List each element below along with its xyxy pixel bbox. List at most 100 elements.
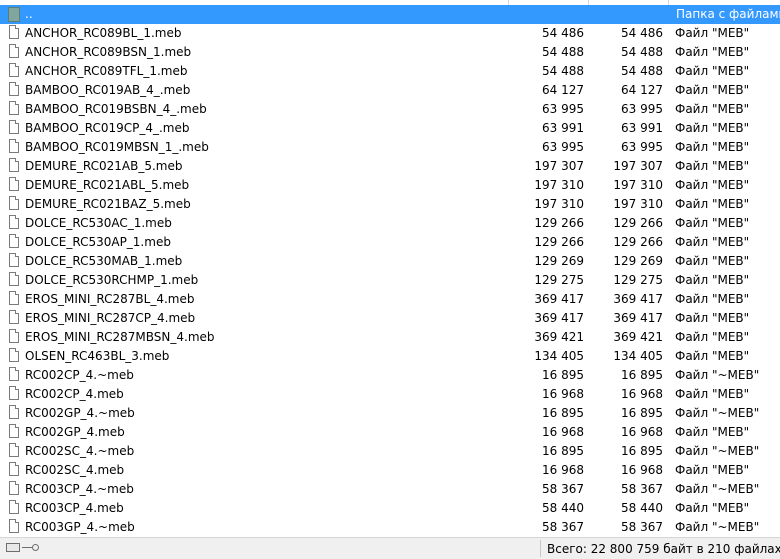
file-row[interactable]: DOLCE_RC530AP_1.meb 129 266 129 266 Файл "M…	[0, 233, 780, 252]
file-icon	[9, 462, 19, 476]
file-name: RC003GP_4.~meb	[25, 520, 135, 534]
file-type: Файл "MEB"	[675, 178, 750, 192]
file-size: 134 405	[534, 349, 584, 363]
file-name: EROS_MINI_RC287BL_4.meb	[25, 292, 195, 306]
file-type: Папка с файлами	[676, 7, 780, 21]
file-row[interactable]: BAMBOO_RC019MBSN_1_.meb 63 995 63 995 Файл …	[0, 138, 780, 157]
file-name: ANCHOR_RC089TFL_1.meb	[25, 64, 188, 78]
file-size: 129 266	[534, 216, 584, 230]
file-name: DEMURE_RC021BAZ_5.meb	[25, 197, 191, 211]
file-icon	[9, 310, 19, 324]
file-name: EROS_MINI_RC287CP_4.meb	[25, 311, 196, 325]
file-row[interactable]: DEMURE_RC021AB_5.meb 197 307 197 307 Файл "…	[0, 157, 780, 176]
file-icon	[9, 519, 19, 533]
file-packed-size: 16 968	[621, 387, 663, 401]
file-size: 54 486	[542, 26, 584, 40]
file-row[interactable]: RC003GP_4.~meb 58 367 58 367 Файл "~MEB"	[0, 518, 780, 537]
file-row[interactable]: EROS_MINI_RC287CP_4.meb 369 417 369 417 Фай…	[0, 309, 780, 328]
file-size: 16 968	[542, 425, 584, 439]
file-size: 129 275	[534, 273, 584, 287]
file-icon	[9, 158, 19, 172]
file-row[interactable]: BAMBOO_RC019BSBN_4_.meb 63 995 63 995 Файл …	[0, 100, 780, 119]
file-row[interactable]: DEMURE_RC021BAZ_5.meb 197 310 197 310 Файл …	[0, 195, 780, 214]
file-name: DOLCE_RC530AP_1.meb	[25, 235, 171, 249]
file-size: 16 895	[542, 368, 584, 382]
file-type: Файл "~MEB"	[675, 444, 760, 458]
file-packed-size: 129 266	[613, 216, 663, 230]
file-name: DOLCE_RC530MAB_1.meb	[25, 254, 183, 268]
file-size: 63 991	[542, 121, 584, 135]
file-icon	[9, 215, 19, 229]
lock-icon	[6, 543, 20, 552]
file-name: RC002CP_4.~meb	[25, 368, 134, 382]
file-type: Файл "MEB"	[675, 387, 750, 401]
file-row[interactable]: ANCHOR_RC089BSN_1.meb 54 488 54 488 Файл "M…	[0, 43, 780, 62]
file-row[interactable]: DOLCE_RC530AC_1.meb 129 266 129 266 Файл "M…	[0, 214, 780, 233]
file-name: BAMBOO_RC019BSBN_4_.meb	[25, 102, 207, 116]
file-name: BAMBOO_RC019AB_4_.meb	[25, 83, 191, 97]
file-icon	[9, 63, 19, 77]
file-packed-size: 129 266	[613, 235, 663, 249]
file-row[interactable]: DOLCE_RC530MAB_1.meb 129 269 129 269 Файл "…	[0, 252, 780, 271]
file-row[interactable]: ANCHOR_RC089TFL_1.meb 54 488 54 488 Файл "M…	[0, 62, 780, 81]
file-row[interactable]: EROS_MINI_RC287BL_4.meb 369 417 369 417 Фай…	[0, 290, 780, 309]
file-name: RC003CP_4.meb	[25, 501, 124, 515]
file-row[interactable]: RC002GP_4.~meb 16 895 16 895 Файл "~MEB"	[0, 404, 780, 423]
file-row[interactable]: RC002CP_4.~meb 16 895 16 895 Файл "~MEB"	[0, 366, 780, 385]
file-type: Файл "MEB"	[675, 64, 750, 78]
file-packed-size: 58 440	[621, 501, 663, 515]
file-name: EROS_MINI_RC287MBSN_4.meb	[25, 330, 215, 344]
file-type: Файл "~MEB"	[675, 520, 760, 534]
file-packed-size: 63 995	[621, 140, 663, 154]
file-row[interactable]: RC002GP_4.meb 16 968 16 968 Файл "MEB"	[0, 423, 780, 442]
file-size: 58 367	[542, 520, 584, 534]
file-type: Файл "MEB"	[675, 463, 750, 477]
file-icon	[9, 386, 19, 400]
file-list[interactable]: .. Папка с файлами ANCHOR_RC089BL_1.meb 5…	[0, 5, 780, 537]
file-row[interactable]: RC003CP_4.~meb 58 367 58 367 Файл "~MEB"	[0, 480, 780, 499]
file-icon	[9, 291, 19, 305]
file-type: Файл "MEB"	[675, 83, 750, 97]
file-packed-size: 58 367	[621, 482, 663, 496]
parent-directory-row[interactable]: .. Папка с файлами	[0, 5, 780, 24]
file-size: 129 266	[534, 235, 584, 249]
file-name: RC002SC_4.~meb	[25, 444, 135, 458]
file-size: 54 488	[542, 45, 584, 59]
file-packed-size: 54 486	[621, 26, 663, 40]
file-type: Файл "MEB"	[675, 425, 750, 439]
file-icon	[9, 196, 19, 210]
file-name: RC002CP_4.meb	[25, 387, 124, 401]
file-icon	[9, 481, 19, 495]
file-packed-size: 64 127	[621, 83, 663, 97]
file-size: 129 269	[534, 254, 584, 268]
file-row[interactable]: OLSEN_RC463BL_3.meb 134 405 134 405 Файл "M…	[0, 347, 780, 366]
file-type: Файл "~MEB"	[675, 406, 760, 420]
file-packed-size: 129 269	[613, 254, 663, 268]
file-row[interactable]: BAMBOO_RC019AB_4_.meb 64 127 64 127 Файл "M…	[0, 81, 780, 100]
file-row[interactable]: ANCHOR_RC089BL_1.meb 54 486 54 486 Файл "ME…	[0, 24, 780, 43]
file-row[interactable]: DOLCE_RC530RCHMP_1.meb 129 275 129 275 Файл…	[0, 271, 780, 290]
file-icon	[9, 272, 19, 286]
file-icon	[9, 139, 19, 153]
file-type: Файл "MEB"	[675, 292, 750, 306]
file-row[interactable]: EROS_MINI_RC287MBSN_4.meb 369 421 369 421 Ф…	[0, 328, 780, 347]
file-type: Файл "MEB"	[675, 235, 750, 249]
file-row[interactable]: RC002CP_4.meb 16 968 16 968 Файл "MEB"	[0, 385, 780, 404]
file-size: 63 995	[542, 102, 584, 116]
file-type: Файл "MEB"	[675, 273, 750, 287]
file-row[interactable]: RC002SC_4.~meb 16 895 16 895 Файл "~MEB"	[0, 442, 780, 461]
file-row[interactable]: BAMBOO_RC019CP_4_.meb 63 991 63 991 Файл "M…	[0, 119, 780, 138]
file-row[interactable]: RC003CP_4.meb 58 440 58 440 Файл "MEB"	[0, 499, 780, 518]
status-summary: Всего: 22 800 759 байт в 210 файлах	[547, 542, 780, 556]
file-row[interactable]: RC002SC_4.meb 16 968 16 968 Файл "MEB"	[0, 461, 780, 480]
file-packed-size: 197 307	[613, 159, 663, 173]
file-packed-size: 369 417	[613, 292, 663, 306]
folder-up-icon	[8, 7, 20, 22]
file-row[interactable]: DEMURE_RC021ABL_5.meb 197 310 197 310 Файл …	[0, 176, 780, 195]
file-size: 16 895	[542, 444, 584, 458]
file-name: ANCHOR_RC089BSN_1.meb	[25, 45, 192, 59]
file-packed-size: 197 310	[613, 178, 663, 192]
file-name: OLSEN_RC463BL_3.meb	[25, 349, 170, 363]
file-icon	[9, 405, 19, 419]
file-packed-size: 16 895	[621, 368, 663, 382]
